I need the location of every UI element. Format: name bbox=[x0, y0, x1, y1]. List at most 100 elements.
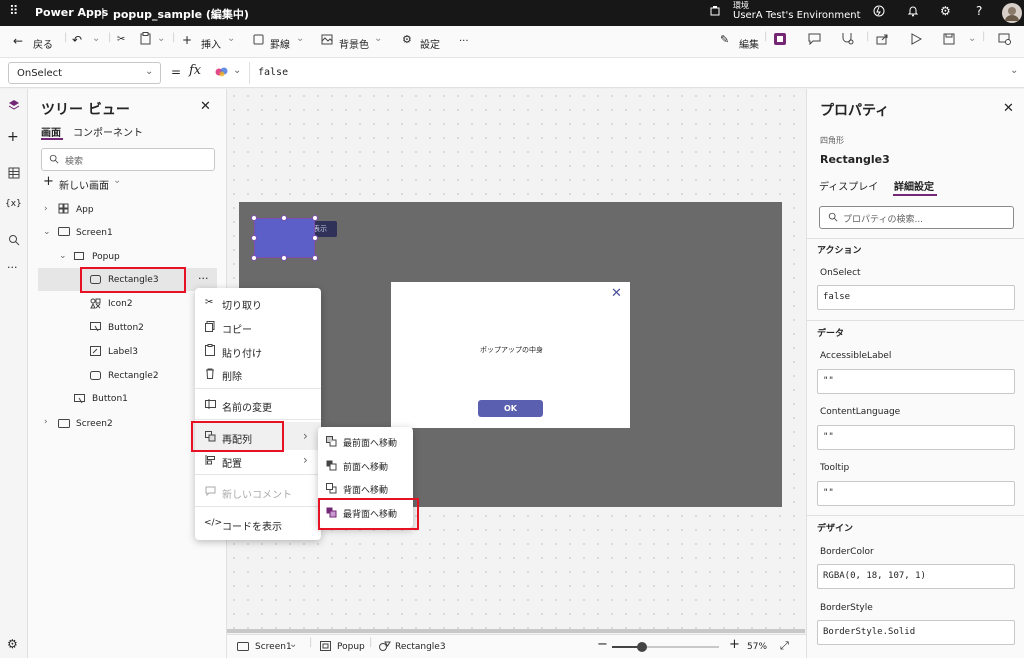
control-name[interactable]: Rectangle3 bbox=[820, 153, 890, 166]
chevron-down-icon[interactable]: ⌄ bbox=[43, 227, 51, 237]
close-icon[interactable]: ✕ bbox=[1003, 101, 1014, 116]
tree-item-rectangle3[interactable]: Rectangle3 bbox=[108, 275, 159, 285]
gear-icon[interactable]: ⚙ bbox=[402, 33, 412, 46]
menu-item-paste[interactable]: 貼り付け bbox=[222, 345, 262, 360]
layers-icon[interactable] bbox=[8, 99, 20, 111]
back-arrow-icon[interactable]: ← bbox=[13, 34, 23, 48]
share-icon[interactable] bbox=[876, 33, 889, 45]
publish-icon[interactable] bbox=[998, 33, 1011, 45]
waffle-icon[interactable]: ⠿ bbox=[9, 4, 19, 19]
chevron-down-icon[interactable]: ⌄ bbox=[968, 33, 976, 44]
copilot-formula-icon[interactable] bbox=[215, 66, 229, 78]
chevron-down-icon[interactable]: ⌄ bbox=[113, 175, 121, 186]
bell-icon[interactable] bbox=[907, 5, 919, 17]
new-screen-button[interactable]: 新しい画面 bbox=[59, 177, 109, 192]
chevron-down-icon[interactable]: ⌄ bbox=[289, 639, 297, 650]
resize-handle[interactable] bbox=[312, 215, 318, 221]
tree-item-rectangle2[interactable]: Rectangle2 bbox=[108, 371, 159, 381]
resize-handle[interactable] bbox=[312, 235, 318, 241]
search-icon[interactable] bbox=[8, 234, 20, 246]
cut-icon[interactable]: ✂ bbox=[117, 34, 125, 45]
zoom-in-button[interactable]: + bbox=[729, 637, 740, 652]
popup-panel[interactable]: ✕ ポップアップの中身 OK bbox=[391, 282, 630, 428]
menu-item-cut[interactable]: 切り取り bbox=[222, 297, 262, 312]
variables-icon[interactable]: {x} bbox=[5, 199, 22, 209]
close-icon[interactable]: ✕ bbox=[611, 286, 622, 301]
resize-handle[interactable] bbox=[281, 255, 287, 261]
border-icon[interactable] bbox=[253, 34, 264, 45]
horizontal-scrollbar[interactable] bbox=[227, 629, 805, 633]
property-search-input[interactable]: プロパティの検索... bbox=[819, 206, 1014, 229]
more-icon[interactable]: ··· bbox=[7, 261, 18, 274]
menu-item-delete[interactable]: 削除 bbox=[222, 368, 242, 383]
property-dropdown[interactable]: OnSelect ⌄ bbox=[8, 62, 161, 84]
zoom-out-button[interactable]: − bbox=[597, 637, 608, 652]
plus-icon[interactable]: + bbox=[7, 129, 19, 145]
chevron-right-icon[interactable]: › bbox=[44, 417, 48, 427]
gear-icon[interactable]: ⚙ bbox=[940, 4, 951, 18]
back-button[interactable]: 戻る bbox=[33, 36, 53, 51]
tab-screens[interactable]: 画面 bbox=[41, 124, 61, 139]
property-value-accessiblelabel[interactable]: "" bbox=[817, 369, 1015, 394]
chevron-down-icon[interactable]: ⌄ bbox=[296, 33, 304, 44]
menu-item-send-backward[interactable]: 背面へ移動 bbox=[343, 483, 388, 496]
tree-item-app[interactable]: App bbox=[76, 205, 94, 215]
selected-rectangle[interactable] bbox=[254, 218, 315, 258]
tree-item-screen1[interactable]: Screen1 bbox=[76, 228, 113, 238]
plus-icon[interactable]: + bbox=[182, 33, 192, 47]
copilot-icon[interactable] bbox=[873, 5, 885, 17]
fit-to-window-icon[interactable]: ⤢ bbox=[780, 639, 789, 653]
help-icon[interactable]: ? bbox=[976, 4, 982, 18]
resize-handle[interactable] bbox=[251, 255, 257, 261]
edit-button[interactable]: 編集 bbox=[739, 36, 759, 51]
chevron-down-icon[interactable]: ⌄ bbox=[92, 33, 100, 44]
gear-icon[interactable]: ⚙ bbox=[7, 637, 18, 651]
menu-item-rename[interactable]: 名前の変更 bbox=[222, 399, 272, 414]
property-value-contentlanguage[interactable]: "" bbox=[817, 425, 1015, 450]
paste-icon[interactable] bbox=[140, 32, 151, 45]
tree-item-button2[interactable]: Button2 bbox=[108, 323, 144, 333]
breadcrumb-popup[interactable]: Popup bbox=[337, 642, 365, 652]
play-icon[interactable] bbox=[910, 33, 922, 45]
undo-icon[interactable]: ↶ bbox=[72, 33, 82, 47]
chevron-down-icon[interactable]: ⌄ bbox=[157, 33, 165, 44]
breadcrumb-selected[interactable]: Rectangle3 bbox=[395, 642, 446, 652]
breadcrumb-screen[interactable]: Screen1 bbox=[255, 642, 292, 652]
resize-handle[interactable] bbox=[251, 215, 257, 221]
expand-formula-icon[interactable]: ⌄ bbox=[1010, 65, 1018, 76]
tab-components[interactable]: コンポーネント bbox=[73, 124, 143, 139]
background-button[interactable]: 背景色 bbox=[339, 36, 369, 51]
zoom-slider-thumb[interactable] bbox=[637, 642, 648, 652]
menu-item-bring-forward[interactable]: 前面へ移動 bbox=[343, 460, 388, 473]
chevron-right-icon[interactable]: › bbox=[44, 204, 48, 214]
health-check-icon[interactable] bbox=[841, 32, 854, 45]
tree-item-icon2[interactable]: Icon2 bbox=[108, 299, 133, 309]
app-icon[interactable] bbox=[773, 32, 787, 46]
resize-handle[interactable] bbox=[281, 215, 287, 221]
chevron-down-icon[interactable]: ⌄ bbox=[233, 65, 241, 76]
property-value-borderstyle[interactable]: BorderStyle.Solid bbox=[817, 620, 1015, 645]
fill-icon[interactable] bbox=[321, 34, 333, 45]
resize-handle[interactable] bbox=[251, 235, 257, 241]
comment-icon[interactable] bbox=[808, 33, 821, 45]
ok-button[interactable]: OK bbox=[478, 400, 543, 417]
settings-button[interactable]: 設定 bbox=[420, 36, 440, 51]
property-value-onselect[interactable]: false bbox=[817, 285, 1015, 310]
property-value-tooltip[interactable]: "" bbox=[817, 481, 1015, 506]
data-icon[interactable] bbox=[8, 167, 20, 179]
tree-item-label3[interactable]: Label3 bbox=[108, 347, 138, 357]
property-value-bordercolor[interactable]: RGBA(0, 18, 107, 1) bbox=[817, 564, 1015, 589]
chevron-down-icon[interactable]: ⌄ bbox=[374, 33, 382, 44]
formula-input[interactable]: false bbox=[249, 62, 1004, 84]
menu-item-align[interactable]: 配置 bbox=[222, 455, 242, 470]
environment-name[interactable]: UserA Test's Environment bbox=[733, 10, 861, 21]
tree-search-input[interactable]: 検索 bbox=[41, 148, 215, 171]
border-button[interactable]: 罫線 bbox=[270, 36, 290, 51]
chevron-down-icon[interactable]: ⌄ bbox=[59, 251, 67, 261]
tab-advanced[interactable]: 詳細設定 bbox=[894, 178, 934, 193]
more-button[interactable]: ··· bbox=[459, 36, 469, 47]
tree-item-screen2[interactable]: Screen2 bbox=[76, 419, 113, 429]
insert-button[interactable]: 挿入 bbox=[201, 36, 221, 51]
tree-item-button1[interactable]: Button1 bbox=[92, 394, 128, 404]
menu-item-bring-to-front[interactable]: 最前面へ移動 bbox=[343, 436, 397, 449]
